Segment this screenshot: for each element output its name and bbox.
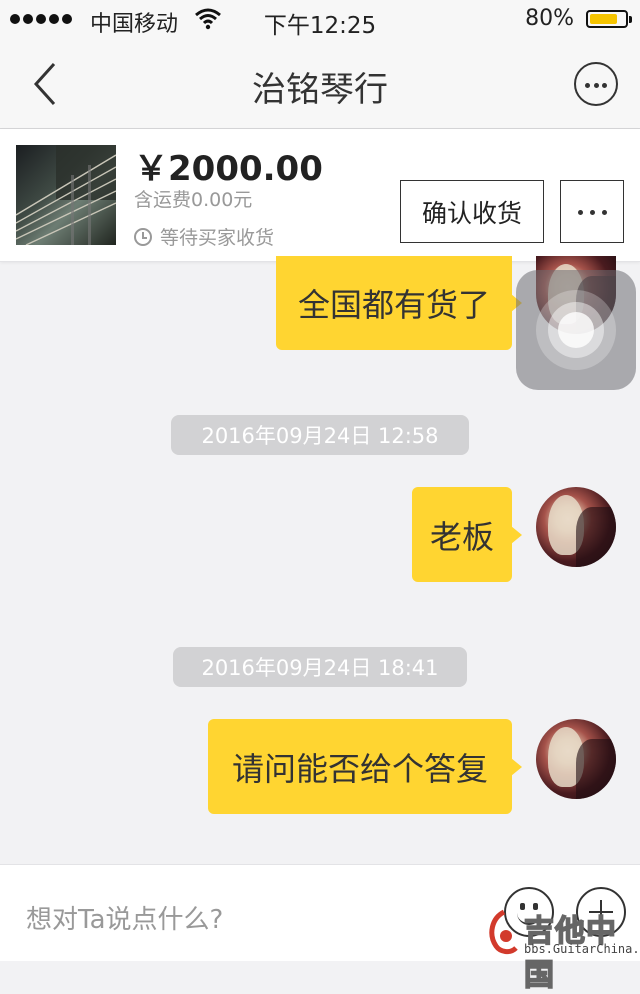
assistive-touch-button[interactable] — [516, 270, 636, 390]
confirm-receipt-button[interactable]: 确认收货 — [400, 180, 544, 243]
watermark-url: bbs.GuitarChina.com — [524, 942, 640, 956]
battery-fill — [590, 14, 617, 24]
order-status-text: 等待买家收货 — [160, 227, 275, 249]
page-title: 治铭琴行 — [252, 70, 388, 110]
battery-icon — [586, 10, 632, 28]
watermark-logo: 吉他中国 bbs.GuitarChina.com — [484, 906, 640, 994]
message-bubble[interactable]: 请问能否给个答复 — [208, 719, 522, 814]
shipping-fee: 含运费0.00元 — [134, 189, 253, 211]
clock-icon — [134, 227, 152, 246]
product-thumbnail[interactable] — [16, 145, 116, 245]
status-bar: 中国移动 下午12:25 80% — [0, 0, 640, 40]
nav-bar: 治铭琴行 — [0, 40, 640, 129]
avatar[interactable] — [536, 719, 616, 799]
order-more-button[interactable] — [560, 180, 624, 243]
battery-percent: 80% — [525, 6, 574, 31]
message-input[interactable]: 想对Ta说点什么? — [26, 899, 223, 936]
avatar[interactable] — [536, 487, 616, 567]
order-status: 等待买家收货 — [134, 223, 274, 250]
order-price: ￥2000.00 — [134, 149, 323, 189]
more-circle-icon[interactable] — [574, 62, 618, 106]
message-bubble[interactable]: 全国都有货了 — [276, 256, 522, 350]
guitar-logo-icon — [489, 909, 518, 955]
order-card[interactable]: ￥2000.00 含运费0.00元 等待买家收货 确认收货 — [0, 129, 640, 262]
message-timestamp: 2016年09月24日 12:58 — [171, 415, 469, 455]
message-timestamp: 2016年09月24日 18:41 — [173, 647, 467, 687]
message-bubble[interactable]: 老板 — [412, 487, 522, 582]
